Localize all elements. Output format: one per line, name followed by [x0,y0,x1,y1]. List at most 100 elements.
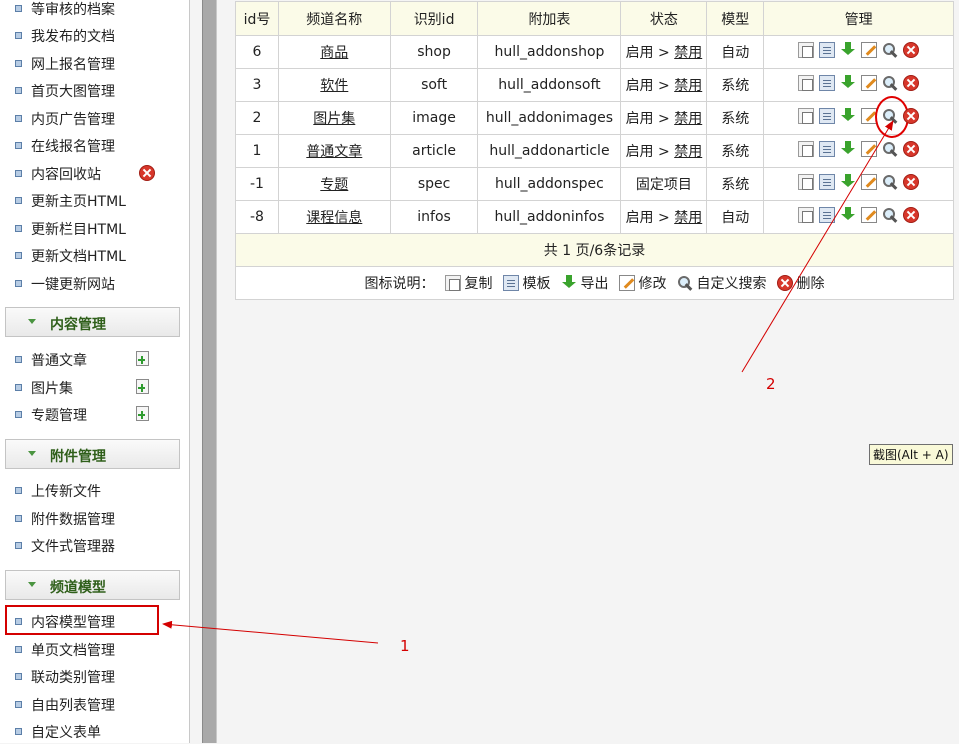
pager-row: 共 1 页/6条记录 [235,233,954,267]
cell-manage [763,96,954,138]
section-content-manage[interactable]: 内容管理 [5,307,180,337]
template-icon[interactable] [819,75,836,91]
nav-pending-docs[interactable]: 等审核的档案 [0,0,189,21]
disable-link[interactable]: 禁用 [674,45,702,61]
nav-label: 单页文档管理 [31,643,115,659]
chevron-down-icon [28,582,36,587]
add-doc-icon[interactable] [136,378,149,394]
nav-single-page[interactable]: 单页文档管理 [0,636,189,662]
nav-linkage[interactable]: 联动类别管理 [0,663,189,689]
edit-icon[interactable] [861,42,878,58]
nav-label: 更新主页HTML [31,194,126,210]
nav-label: 网上报名管理 [31,57,115,73]
nav-online-signup[interactable]: 网上报名管理 [0,50,189,76]
search-icon[interactable] [875,96,910,138]
nav-content-model[interactable]: 内容模型管理 [0,605,189,635]
export-icon[interactable] [840,141,856,157]
export-icon[interactable] [840,75,856,91]
section-channel-model[interactable]: 频道模型 [5,570,180,600]
add-doc-icon[interactable] [136,350,149,366]
channel-name-link[interactable]: 图片集 [313,111,355,127]
nav-inner-ads[interactable]: 内页广告管理 [0,105,189,131]
add-doc-icon[interactable] [136,405,149,421]
status-enabled: 启用 [625,45,654,61]
template-icon[interactable] [819,42,836,58]
nav-attach-data[interactable]: 附件数据管理 [0,505,189,531]
edit-icon[interactable] [861,207,878,223]
nav-label: 图片集 [31,381,73,397]
nav-articles[interactable]: 普通文章 [0,346,189,372]
edit-icon[interactable] [861,141,878,157]
search-icon[interactable] [882,141,898,157]
copy-icon[interactable] [798,108,815,124]
export-icon[interactable] [840,108,856,124]
section-attach-manage[interactable]: 附件管理 [5,439,180,469]
copy-icon[interactable] [798,42,815,58]
template-icon[interactable] [819,174,836,190]
nav-home-banner[interactable]: 首页大图管理 [0,77,189,103]
search-icon[interactable] [882,42,898,58]
template-icon[interactable] [819,141,836,157]
cell-manage [763,134,954,168]
nav-label: 自由列表管理 [31,698,115,714]
copy-icon[interactable] [798,75,815,91]
copy-icon[interactable] [798,207,815,223]
export-icon[interactable] [840,174,856,190]
nav-label: 专题管理 [31,408,87,424]
channel-name-link[interactable]: 专题 [320,177,348,193]
table-row: 6 商品 shop hull_addonshop 启用 > 禁用 自动 [235,35,954,69]
nav-my-docs[interactable]: 我发布的文档 [0,22,189,48]
cell-status: 启用 > 禁用 [620,35,708,69]
disable-link[interactable]: 禁用 [674,144,702,160]
cell-addon-table: hull_addonspec [477,167,622,201]
delete-icon[interactable] [903,207,920,223]
search-icon[interactable] [882,207,898,223]
nav-update-column[interactable]: 更新栏目HTML [0,215,189,241]
nav-freelist[interactable]: 自由列表管理 [0,691,189,717]
export-icon[interactable] [840,207,856,223]
frame-splitter[interactable] [202,0,217,743]
nav-update-site[interactable]: 一键更新网站 [0,270,189,296]
status-fixed: 固定项目 [635,177,692,193]
template-icon[interactable] [819,207,836,223]
nav-file-manager[interactable]: 文件式管理器 [0,532,189,558]
col-nid: 识别id [389,1,479,36]
edit-icon[interactable] [861,75,878,91]
nav-specials[interactable]: 专题管理 [0,401,189,427]
edit-icon[interactable] [861,108,878,124]
disable-link[interactable]: 禁用 [674,78,702,94]
nav-upload[interactable]: 上传新文件 [0,477,189,503]
icon-legend: 图标说明： 复制 模板 导出 修改 自定义搜索 删除 [365,273,825,293]
delete-icon[interactable] [903,42,920,58]
nav-custom-form[interactable]: 自定义表单 [0,718,189,744]
delete-icon[interactable] [903,108,920,124]
channel-name-link[interactable]: 商品 [320,45,348,61]
legend-row: 图标说明： 复制 模板 导出 修改 自定义搜索 删除 [235,266,954,300]
disable-link[interactable]: 禁用 [674,210,702,226]
cell-id: -8 [235,200,279,234]
channel-name-link[interactable]: 软件 [320,78,348,94]
disable-link[interactable]: 禁用 [674,111,702,127]
status-enabled: 启用 [625,210,654,226]
channel-name-link[interactable]: 课程信息 [306,210,362,226]
delete-icon[interactable] [139,165,155,181]
copy-icon[interactable] [798,141,815,157]
bullet-icon [15,701,22,708]
template-icon[interactable] [819,108,836,124]
nav-update-home[interactable]: 更新主页HTML [0,187,189,213]
nav-images[interactable]: 图片集 [0,374,189,400]
delete-icon[interactable] [903,141,920,157]
search-icon[interactable] [882,174,898,190]
search-icon[interactable] [882,75,898,91]
nav-recycle-bin[interactable]: 内容回收站 [0,160,189,186]
bullet-icon [15,356,22,363]
copy-icon[interactable] [798,174,815,190]
nav-update-docs[interactable]: 更新文档HTML [0,242,189,268]
nav-signup-manage[interactable]: 在线报名管理 [0,132,189,158]
export-icon[interactable] [840,42,856,58]
channel-name-link[interactable]: 普通文章 [306,144,362,160]
bullet-icon [15,515,22,522]
delete-icon[interactable] [903,174,920,190]
delete-icon[interactable] [903,75,920,91]
edit-icon[interactable] [861,174,878,190]
